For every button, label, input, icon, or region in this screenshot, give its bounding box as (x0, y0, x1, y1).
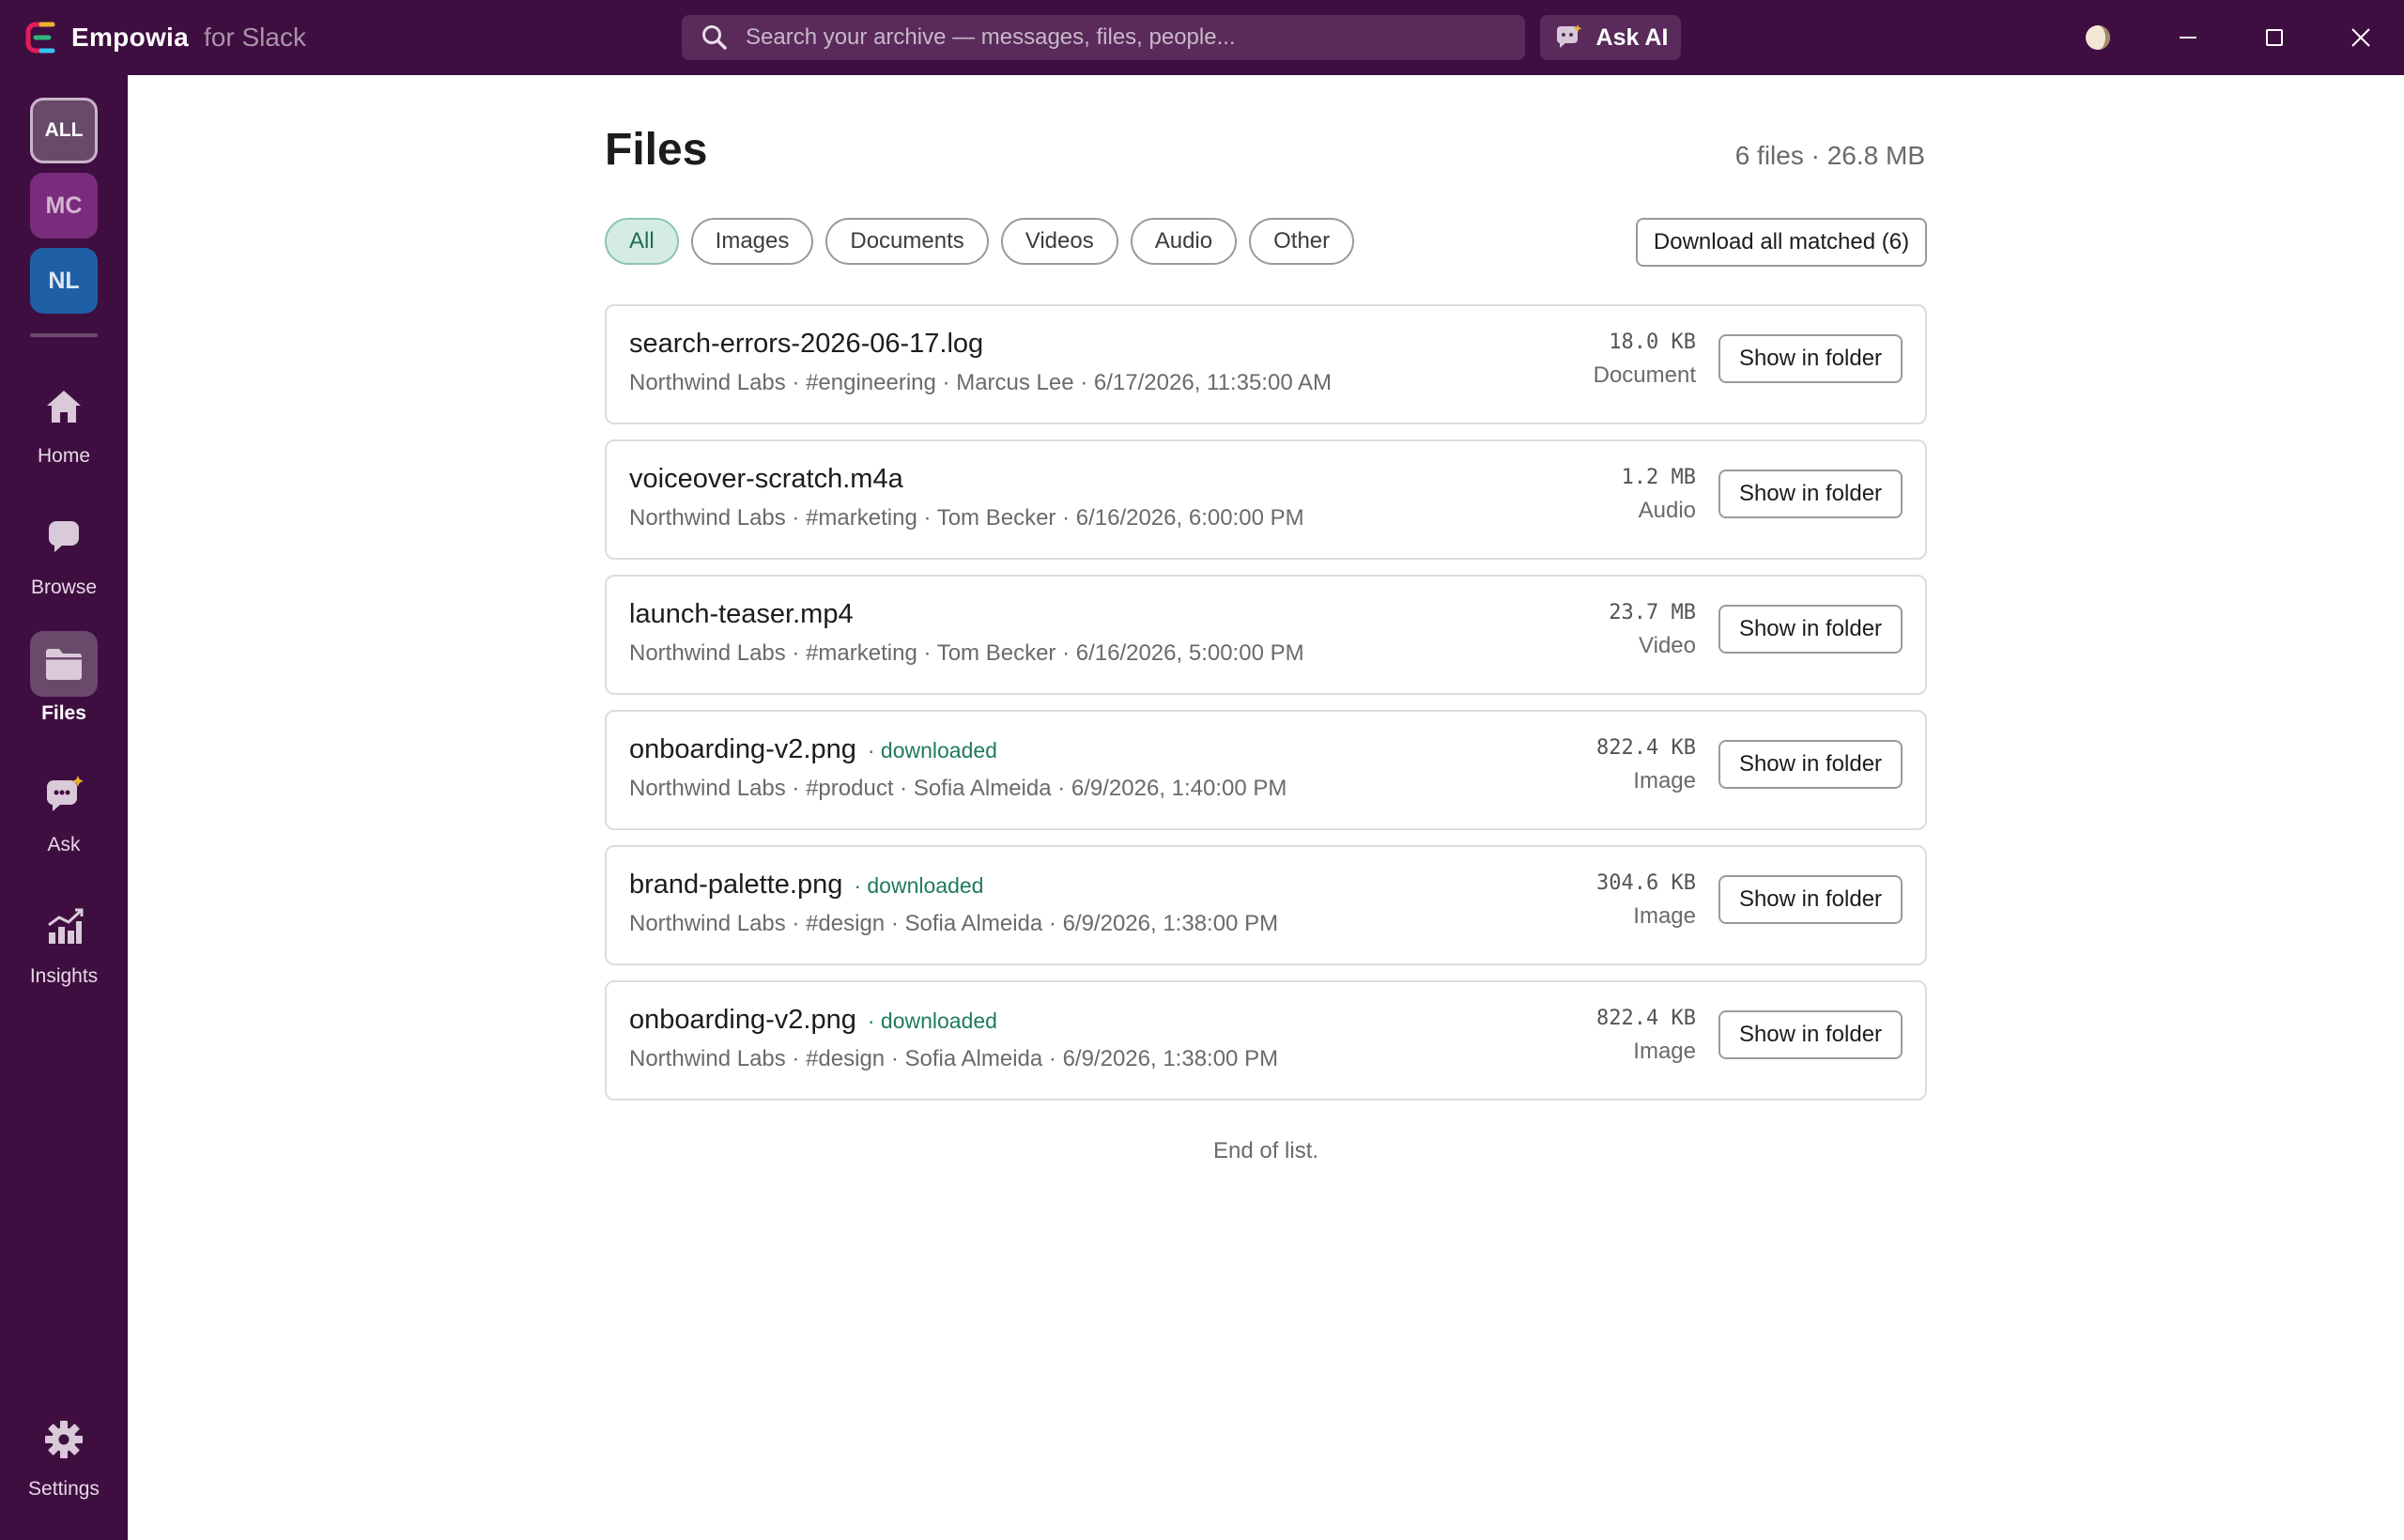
file-name: voiceover-scratch.m4a (629, 464, 903, 494)
file-row: launch-teaser.mp4 Northwind Labs · #mark… (605, 575, 1927, 695)
downloaded-badge: · downloaded (854, 873, 984, 898)
workspace-nl[interactable]: NL (30, 248, 98, 314)
file-size: 822.4 KB (1596, 1007, 1696, 1030)
empowia-logo-icon (25, 22, 55, 54)
file-size: 304.6 KB (1596, 871, 1696, 895)
nav-label-browse: Browse (30, 577, 98, 598)
filter-other[interactable]: Other (1249, 218, 1355, 265)
folder-icon (46, 649, 82, 680)
file-row: onboarding-v2.png · downloaded Northwind … (605, 710, 1927, 830)
file-name: onboarding-v2.png (629, 734, 856, 764)
filter-videos[interactable]: Videos (1000, 218, 1118, 265)
show-in-folder-button[interactable]: Show in folder (1718, 875, 1903, 924)
download-all-button[interactable]: Download all matched (6) (1636, 218, 1927, 267)
maximize-icon (2266, 29, 2283, 46)
search-icon (702, 25, 727, 50)
end-of-list-note: End of list. (1212, 1138, 1319, 1163)
file-name: onboarding-v2.png (629, 1005, 856, 1035)
app-name: Empowia (71, 23, 190, 52)
show-in-folder-button[interactable]: Show in folder (1718, 605, 1903, 654)
file-row: brand-palette.png · downloaded Northwind … (605, 845, 1927, 965)
workspace-mc[interactable]: MC (30, 173, 98, 239)
theme-toggle-button[interactable] (2079, 19, 2117, 56)
show-in-folder-button[interactable]: Show in folder (1718, 334, 1903, 383)
file-type: Audio (1638, 498, 1696, 523)
close-button[interactable] (2342, 19, 2380, 56)
bar-chart-icon (48, 908, 84, 944)
page-title: Files (605, 125, 708, 175)
nav-item-settings[interactable]: Settings (0, 1407, 128, 1501)
file-type: Image (1633, 903, 1696, 929)
file-meta: Northwind Labs · #marketing · Tom Becker… (629, 505, 1304, 531)
downloaded-badge: · downloaded (867, 738, 997, 762)
files-icon-wrap (30, 631, 98, 697)
nav-item-files[interactable]: Files (0, 631, 128, 725)
filter-all[interactable]: All (605, 218, 679, 265)
file-type: Video (1639, 633, 1696, 658)
title-bar: Empowia for Slack Ask AI (0, 0, 2404, 75)
file-name: launch-teaser.mp4 (629, 599, 854, 629)
home-icon-wrap (30, 374, 98, 439)
file-row: search-errors-2026-06-17.log Northwind L… (605, 304, 1927, 424)
theme-toggle-icon (2086, 25, 2110, 50)
file-meta: Northwind Labs · #product · Sofia Almeid… (629, 776, 1287, 801)
maximize-button[interactable] (2256, 19, 2293, 56)
insights-icon-wrap (30, 894, 98, 960)
file-name: search-errors-2026-06-17.log (629, 329, 984, 359)
ai-chat-icon (46, 776, 84, 811)
ask-icon-wrap (30, 762, 98, 828)
search-input[interactable] (744, 23, 1518, 52)
files-summary: 6 files · 26.8 MB (1734, 141, 1925, 170)
file-meta: Northwind Labs · #marketing · Tom Becker… (629, 640, 1304, 666)
nav-label-insights: Insights (29, 965, 99, 987)
file-type: Image (1633, 768, 1696, 793)
downloaded-badge: · downloaded (867, 1009, 997, 1033)
ask-ai-label: Ask AI (1595, 23, 1669, 51)
file-meta: Northwind Labs · #engineering · Marcus L… (629, 370, 1333, 395)
file-list: search-errors-2026-06-17.log Northwind L… (605, 304, 1927, 1116)
nav-label-settings: Settings (28, 1478, 100, 1500)
home-icon (47, 391, 81, 423)
rail-divider (30, 333, 98, 337)
workspace-all[interactable]: ALL (30, 98, 98, 163)
browse-icon-wrap (30, 505, 98, 571)
show-in-folder-button[interactable]: Show in folder (1718, 1010, 1903, 1059)
nav-label-home: Home (37, 445, 91, 467)
chat-bubble-icon (48, 521, 79, 552)
nav-item-home[interactable]: Home (0, 374, 128, 468)
file-row: onboarding-v2.png · downloaded Northwind … (605, 980, 1927, 1101)
nav-label-files: Files (41, 702, 86, 724)
ask-ai-button[interactable]: Ask AI (1540, 15, 1681, 60)
gear-icon (45, 1421, 83, 1458)
filter-audio[interactable]: Audio (1130, 218, 1238, 265)
show-in-folder-button[interactable]: Show in folder (1718, 740, 1903, 789)
filter-documents[interactable]: Documents (825, 218, 989, 265)
close-icon (2351, 28, 2370, 47)
file-row: voiceover-scratch.m4a Northwind Labs · #… (605, 439, 1927, 560)
minimize-icon (2180, 37, 2196, 38)
minimize-button[interactable] (2169, 19, 2207, 56)
nav-label-ask: Ask (47, 834, 81, 855)
nav-item-insights[interactable]: Insights (0, 894, 128, 988)
nav-item-browse[interactable]: Browse (0, 505, 128, 599)
left-rail: ALL MC NL Home Browse Files Ask Insights… (0, 75, 128, 1540)
nav-item-ask[interactable]: Ask (0, 762, 128, 856)
settings-icon-wrap (30, 1407, 98, 1472)
file-type: Document (1593, 362, 1696, 388)
file-type-filters: All Images Documents Videos Audio Other (605, 218, 1366, 265)
filter-images[interactable]: Images (690, 218, 814, 265)
file-size: 822.4 KB (1596, 736, 1696, 760)
file-meta: Northwind Labs · #design · Sofia Almeida… (629, 1046, 1279, 1071)
file-name: brand-palette.png (629, 870, 843, 900)
show-in-folder-button[interactable]: Show in folder (1718, 470, 1903, 518)
file-size: 23.7 MB (1609, 601, 1696, 624)
ai-chat-icon (1556, 24, 1581, 48)
file-size: 1.2 MB (1621, 466, 1696, 489)
file-meta: Northwind Labs · #design · Sofia Almeida… (629, 911, 1279, 936)
file-size: 18.0 KB (1609, 331, 1696, 354)
app-subtitle: for Slack (204, 23, 306, 52)
search-bar[interactable] (682, 15, 1525, 60)
brand: Empowia for Slack (24, 0, 306, 75)
file-type: Image (1633, 1039, 1696, 1064)
